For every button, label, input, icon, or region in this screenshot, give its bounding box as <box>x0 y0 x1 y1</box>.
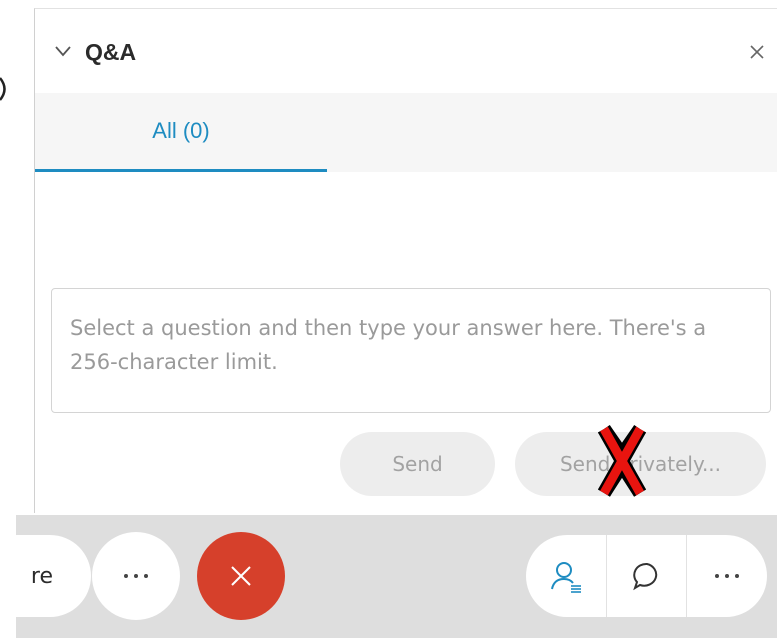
app-stage: Q&A All (0) Send Send privately... re <box>0 0 777 640</box>
tab-all[interactable]: All (0) <box>35 93 327 172</box>
participants-icon <box>550 562 581 593</box>
close-icon[interactable] <box>748 43 766 61</box>
more-panels-button[interactable] <box>686 535 767 617</box>
edge-fragment <box>0 77 6 101</box>
end-call-icon <box>231 566 251 586</box>
chat-icon <box>632 562 657 591</box>
end-call-button[interactable] <box>197 532 285 620</box>
chevron-down-icon[interactable] <box>53 43 73 59</box>
share-button[interactable]: re <box>0 535 91 617</box>
more-options-button[interactable] <box>92 532 180 620</box>
participants-button[interactable] <box>526 535 606 617</box>
share-button-label: re <box>30 563 53 589</box>
tabs-bar: All (0) <box>35 93 777 172</box>
panel-header: Q&A <box>35 9 777 93</box>
chat-button[interactable] <box>605 535 687 617</box>
qa-panel: Q&A All (0) Send Send privately... <box>34 8 777 513</box>
red-x-annotation-icon <box>598 425 646 497</box>
panel-toggle-group <box>526 535 767 617</box>
more-icon <box>715 574 740 578</box>
meeting-toolbar: re <box>0 515 777 638</box>
answer-input[interactable] <box>51 288 771 413</box>
panel-title: Q&A <box>85 39 137 65</box>
send-button[interactable]: Send <box>340 432 495 496</box>
more-icon <box>124 574 148 578</box>
